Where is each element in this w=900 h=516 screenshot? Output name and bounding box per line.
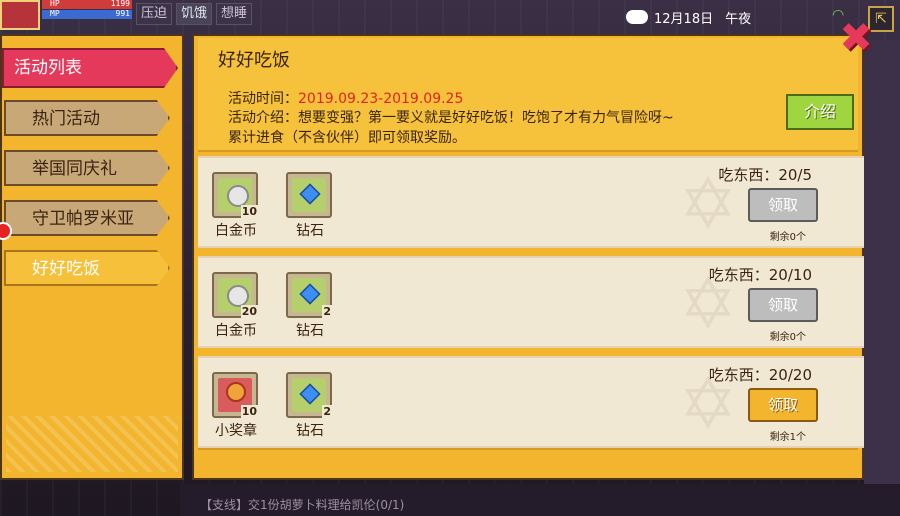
- reward-item[interactable]: 2 钻石: [286, 272, 336, 342]
- hp-value: 1199: [110, 0, 130, 8]
- status-tag-hunger[interactable]: 饥饿: [176, 3, 213, 25]
- item-name: 白金币: [215, 223, 257, 239]
- cloud-icon: [626, 10, 648, 24]
- eat-progress: 吃东西：20/10: [708, 266, 812, 284]
- activity-description-line2: 累计进食（不含伙伴）即可领取奖励。: [228, 130, 466, 146]
- reward-item[interactable]: 10 白金币: [212, 172, 262, 242]
- tab-eat-well[interactable]: 好好吃饭: [4, 250, 170, 286]
- reward-item[interactable]: 10 小奖章: [212, 372, 262, 442]
- item-name: 钻石: [296, 423, 324, 439]
- diamond-icon: [299, 183, 321, 205]
- item-count: 10: [240, 205, 258, 218]
- tab-activity-list[interactable]: 活动列表: [2, 48, 178, 88]
- diamond-icon: [299, 383, 321, 405]
- tab-hot-activities[interactable]: 热门活动: [4, 100, 170, 136]
- claim-button[interactable]: 领取: [748, 188, 818, 222]
- game-date: 12月18日: [654, 11, 714, 27]
- panel-footer: [198, 448, 858, 474]
- medal-icon: [226, 382, 246, 402]
- activity-time-label: 活动时间：: [228, 91, 298, 107]
- item-count: 10: [240, 405, 258, 418]
- player-stats: HP 1199 MP 991: [42, 0, 132, 30]
- reward-item[interactable]: 20 白金币: [212, 272, 262, 342]
- item-count: 20: [240, 305, 258, 318]
- activity-time: 活动时间：2019.09.23-2019.09.25: [228, 88, 463, 108]
- activity-title: 好好吃饭: [218, 50, 290, 71]
- remaining-count: 剩余1个: [769, 432, 806, 443]
- reward-item[interactable]: 钻石: [286, 172, 336, 242]
- tab-national-celebration[interactable]: 举国同庆礼: [4, 150, 170, 186]
- reward-row: ✡ 10 小奖章 2 钻石 吃东西：20/20 领取 剩余1个: [198, 356, 864, 448]
- status-tag-oppression[interactable]: 压迫: [136, 3, 173, 25]
- weather-clock: 12月18日 午夜: [626, 6, 776, 28]
- mp-value: 991: [115, 9, 130, 18]
- item-name: 小奖章: [215, 423, 257, 439]
- claim-button[interactable]: 领取: [748, 288, 818, 322]
- background-side-panel: [864, 40, 900, 516]
- item-name: 钻石: [296, 323, 324, 339]
- item-count: 2: [322, 305, 332, 318]
- status-tag-sleepy[interactable]: 想睡: [216, 3, 253, 25]
- activity-sidebar: 活动列表 热门活动 举国同庆礼 守卫帕罗米亚 好好吃饭: [0, 34, 184, 480]
- player-avatar[interactable]: [0, 0, 40, 30]
- mp-label: MP: [50, 9, 60, 18]
- eat-progress: 吃东西：20/20: [708, 366, 812, 384]
- sidebar-pattern: [6, 416, 178, 472]
- hp-bar: HP 1199: [42, 0, 132, 9]
- item-count: 2: [322, 405, 332, 418]
- item-name: 白金币: [215, 323, 257, 339]
- claim-button[interactable]: 领取: [748, 388, 818, 422]
- coin-icon: [227, 185, 249, 207]
- coin-icon: [227, 285, 249, 307]
- intro-button[interactable]: 介绍: [786, 94, 854, 130]
- quest-tracker[interactable]: 【支线】交1份胡萝卜料理给凯伦(0/1): [200, 496, 404, 513]
- activity-time-value: 2019.09.23-2019.09.25: [298, 91, 464, 107]
- game-time: 午夜: [725, 11, 752, 27]
- remaining-count: 剩余0个: [769, 332, 806, 343]
- remaining-count: 剩余0个: [769, 232, 806, 243]
- reward-row: ✡ 20 白金币 2 钻石 吃东西：20/10 领取 剩余0个: [198, 256, 864, 348]
- diamond-icon: [299, 283, 321, 305]
- activity-description-line1: 活动介绍：想要变强？第一要义就是好好吃饭！吃饱了才有力气冒险呀~: [228, 110, 674, 126]
- eat-progress: 吃东西：20/5: [718, 166, 812, 184]
- mp-bar: MP 991: [42, 9, 132, 19]
- tab-guard-palomia[interactable]: 守卫帕罗米亚: [4, 200, 170, 236]
- item-name: 钻石: [296, 223, 324, 239]
- hp-label: HP: [50, 0, 60, 8]
- reward-row: ✡ 10 白金币 钻石 吃东西：20/5 领取 剩余0个: [198, 156, 864, 248]
- activity-description: 活动介绍：想要变强？第一要义就是好好吃饭！吃饱了才有力气冒险呀~ 累计进食（不含…: [228, 108, 788, 148]
- close-icon[interactable]: ✖: [838, 18, 874, 58]
- reward-item[interactable]: 2 钻石: [286, 372, 336, 442]
